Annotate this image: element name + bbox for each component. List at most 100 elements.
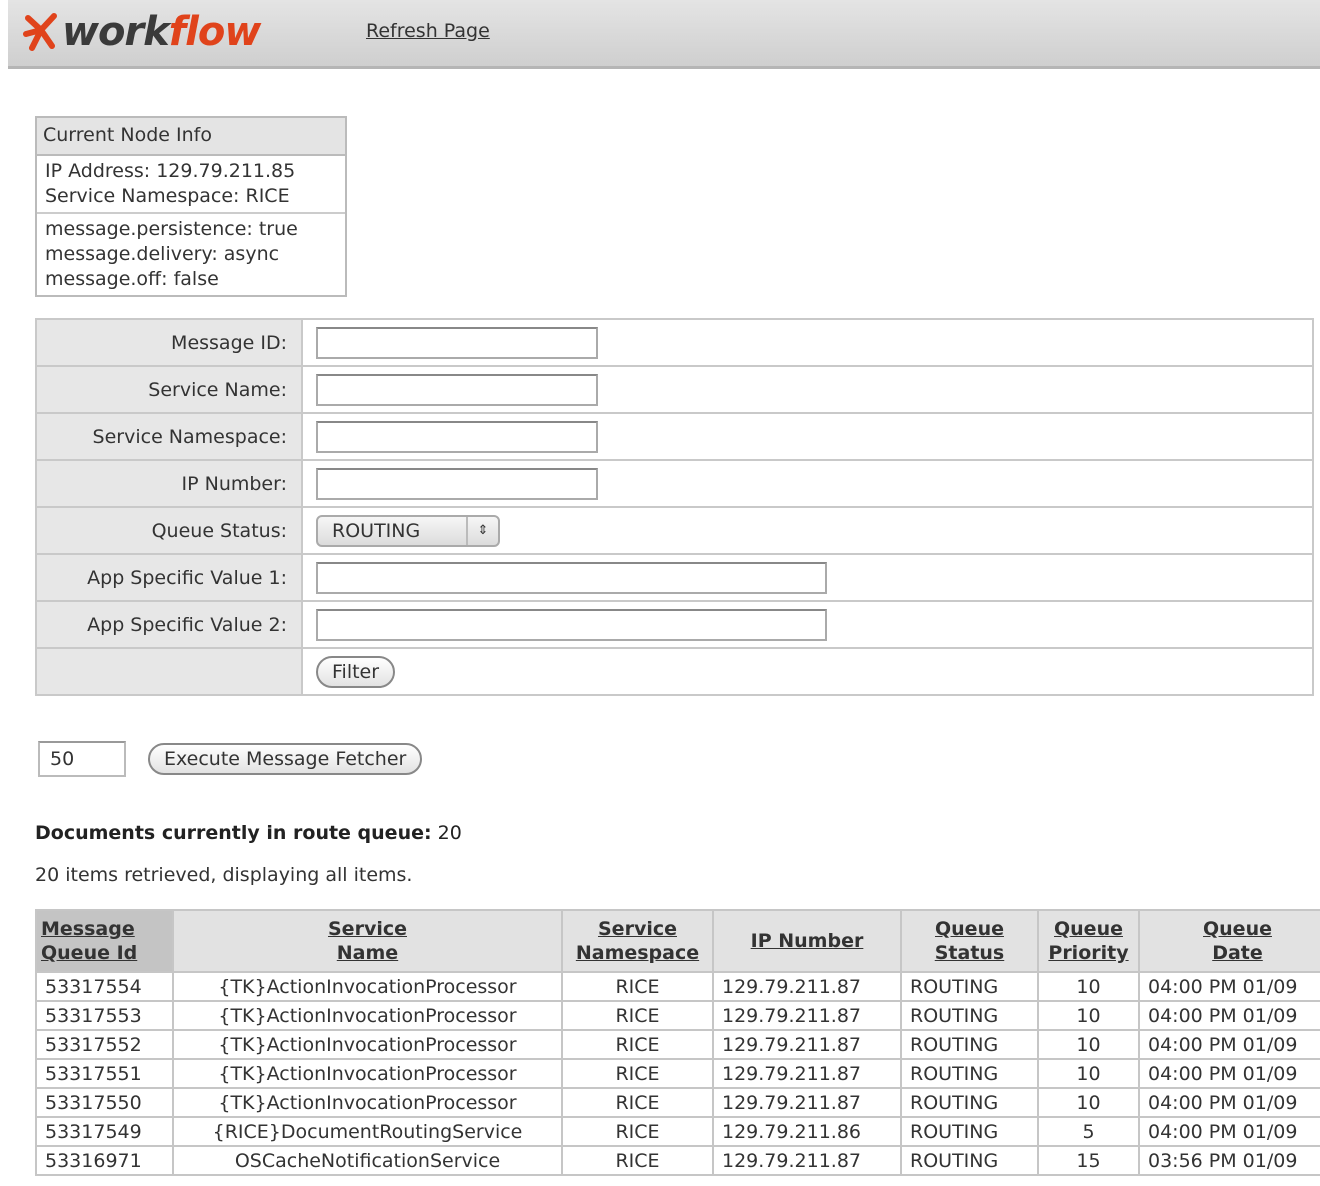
node-info-title: Current Node Info	[37, 118, 345, 156]
cell-ip: 129.79.211.86	[712, 1116, 902, 1147]
message-delivery: message.delivery: async	[45, 243, 280, 265]
ip-number-input[interactable]	[316, 467, 598, 500]
app-value-1-label: App Specific Value 1:	[35, 553, 303, 602]
cell-id: 53317552	[35, 1029, 174, 1060]
queue-status-value: ROUTING	[332, 519, 421, 542]
table-row: 53317549 {RICE}DocumentRoutingService RI…	[35, 1116, 1320, 1147]
cell-namespace: RICE	[561, 1029, 714, 1060]
ip-number-label: IP Number:	[35, 459, 303, 508]
cell-priority: 10	[1037, 1087, 1140, 1118]
cell-date: 04:00 PM 01/09	[1138, 1058, 1320, 1089]
header-queue-date[interactable]: Queue Date	[1138, 909, 1320, 973]
current-node-info: Current Node Info IP Address: 129.79.211…	[35, 116, 347, 297]
cell-service: {TK}ActionInvocationProcessor	[172, 971, 563, 1002]
app-value-2-label: App Specific Value 2:	[35, 600, 303, 649]
queue-heading: Documents currently in route queue: 20	[35, 822, 462, 844]
message-off: message.off: false	[45, 268, 219, 290]
cell-status: ROUTING	[900, 1145, 1039, 1176]
workflow-logo[interactable]: workflow	[22, 9, 261, 55]
cell-ip: 129.79.211.87	[712, 1029, 902, 1060]
cell-ip: 129.79.211.87	[712, 1058, 902, 1089]
message-id-label: Message ID:	[35, 318, 303, 367]
cell-priority: 10	[1037, 1058, 1140, 1089]
logo-text: workflow	[62, 9, 261, 55]
cell-service: OSCacheNotificationService	[172, 1145, 563, 1176]
table-row: 53317554 {TK}ActionInvocationProcessor R…	[35, 971, 1320, 1002]
service-name-label: Service Name:	[35, 365, 303, 414]
queue-status-label: Queue Status:	[35, 506, 303, 555]
queue-status-select[interactable]: ROUTING ⇕	[316, 514, 500, 547]
table-row: 53317552 {TK}ActionInvocationProcessor R…	[35, 1029, 1320, 1060]
service-namespace-label: Service Namespace:	[35, 412, 303, 461]
cell-id: 53317553	[35, 1000, 174, 1031]
cell-namespace: RICE	[561, 1058, 714, 1089]
service-name-input[interactable]	[316, 373, 598, 406]
cell-service: {RICE}DocumentRoutingService	[172, 1116, 563, 1147]
cell-status: ROUTING	[900, 1116, 1039, 1147]
cell-status: ROUTING	[900, 971, 1039, 1002]
queue-heading-count: 20	[437, 822, 462, 844]
header-message-queue-id[interactable]: Message Queue Id	[35, 909, 174, 973]
cell-ip: 129.79.211.87	[712, 971, 902, 1002]
cell-id: 53317550	[35, 1087, 174, 1118]
cell-namespace: RICE	[561, 1145, 714, 1176]
node-service-namespace: Service Namespace: RICE	[45, 185, 290, 207]
header-ip-number[interactable]: IP Number	[712, 909, 902, 973]
cell-date: 04:00 PM 01/09	[1138, 1000, 1320, 1031]
node-info-identity: IP Address: 129.79.211.85 Service Namesp…	[37, 156, 345, 212]
select-arrows-icon: ⇕	[466, 516, 498, 545]
table-row: 53317550 {TK}ActionInvocationProcessor R…	[35, 1087, 1320, 1118]
cell-service: {TK}ActionInvocationProcessor	[172, 1087, 563, 1118]
cell-date: 04:00 PM 01/09	[1138, 971, 1320, 1002]
service-namespace-input[interactable]	[316, 420, 598, 453]
header-service-name[interactable]: Service Name	[172, 909, 563, 973]
cell-id: 53317551	[35, 1058, 174, 1089]
filter-form: Message ID: Service Name: Service Namesp…	[35, 318, 1314, 696]
filter-label-cell	[35, 647, 303, 696]
route-queue-table: Message Queue Id Service Name Service Names…	[35, 909, 1320, 1176]
table-row: 53316971 OSCacheNotificationService RICE…	[35, 1145, 1320, 1176]
retrieved-summary: 20 items retrieved, displaying all items…	[35, 864, 413, 886]
cell-status: ROUTING	[900, 1058, 1039, 1089]
cell-namespace: RICE	[561, 1087, 714, 1118]
queue-heading-label: Documents currently in route queue:	[35, 822, 432, 844]
cell-ip: 129.79.211.87	[712, 1000, 902, 1031]
cell-date: 04:00 PM 01/09	[1138, 1116, 1320, 1147]
table-row: 53317551 {TK}ActionInvocationProcessor R…	[35, 1058, 1320, 1089]
cell-id: 53317549	[35, 1116, 174, 1147]
table-row: 53317553 {TK}ActionInvocationProcessor R…	[35, 1000, 1320, 1031]
cell-priority: 10	[1037, 1000, 1140, 1031]
cell-id: 53317554	[35, 971, 174, 1002]
cell-date: 04:00 PM 01/09	[1138, 1029, 1320, 1060]
cell-date: 04:00 PM 01/09	[1138, 1087, 1320, 1118]
cell-priority: 5	[1037, 1116, 1140, 1147]
app-value-1-input[interactable]	[316, 561, 827, 594]
node-ip-address: IP Address: 129.79.211.85	[45, 160, 296, 182]
cell-id: 53316971	[35, 1145, 174, 1176]
refresh-page-link[interactable]: Refresh Page	[366, 20, 490, 42]
app-header: workflow Refresh Page	[8, 0, 1320, 69]
message-fetcher: 50 Execute Message Fetcher	[38, 741, 423, 777]
app-value-2-input[interactable]	[316, 608, 827, 641]
cell-ip: 129.79.211.87	[712, 1087, 902, 1118]
cell-priority: 10	[1037, 1029, 1140, 1060]
cell-priority: 15	[1037, 1145, 1140, 1176]
cell-service: {TK}ActionInvocationProcessor	[172, 1000, 563, 1031]
cell-namespace: RICE	[561, 1000, 714, 1031]
header-queue-priority[interactable]: Queue Priority	[1037, 909, 1140, 973]
execute-fetcher-button[interactable]: Execute Message Fetcher	[148, 743, 423, 775]
cell-status: ROUTING	[900, 1000, 1039, 1031]
cell-namespace: RICE	[561, 1116, 714, 1147]
cell-status: ROUTING	[900, 1029, 1039, 1060]
header-service-namespace[interactable]: Service Namespace	[561, 909, 714, 973]
cell-namespace: RICE	[561, 971, 714, 1002]
fetch-count-input[interactable]: 50	[38, 741, 126, 777]
message-persistence: message.persistence: true	[45, 218, 298, 240]
workflow-star-icon	[23, 13, 57, 51]
cell-ip: 129.79.211.87	[712, 1145, 902, 1176]
header-queue-status[interactable]: Queue Status	[900, 909, 1039, 973]
node-info-settings: message.persistence: true message.delive…	[37, 212, 345, 295]
cell-status: ROUTING	[900, 1087, 1039, 1118]
filter-button[interactable]: Filter	[316, 655, 396, 688]
message-id-input[interactable]	[316, 326, 598, 359]
